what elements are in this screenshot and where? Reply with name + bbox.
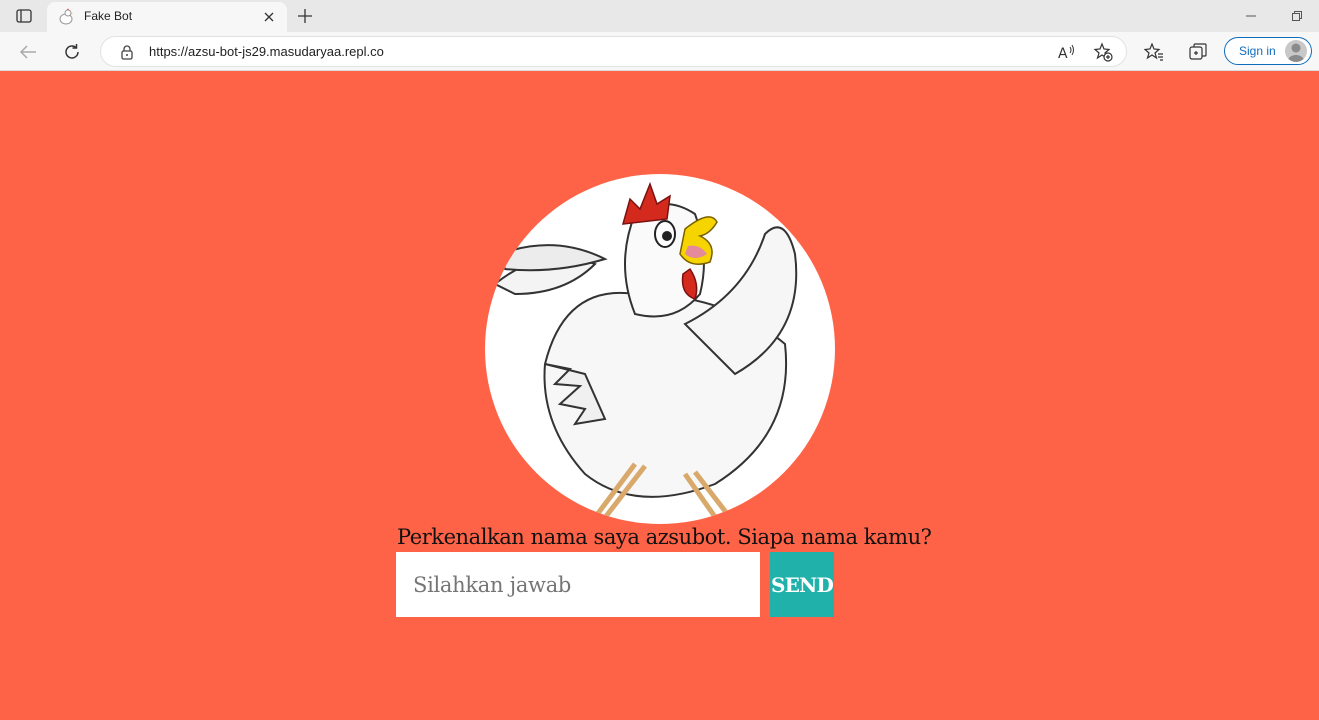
favorites-icon[interactable] — [1142, 40, 1166, 64]
profile-icon — [1285, 40, 1307, 62]
refresh-icon[interactable] — [60, 40, 84, 64]
url-text[interactable]: https://azsu-bot-js29.masudaryaa.repl.co — [149, 44, 384, 59]
plus-icon[interactable] — [294, 5, 316, 27]
tab-strip: Fake Bot — [0, 0, 1319, 32]
bot-question: Perkenalkan nama saya azsubot. Siapa nam… — [397, 525, 932, 549]
sign-in-button[interactable]: Sign in — [1224, 37, 1312, 65]
sidebar-icon[interactable] — [8, 6, 40, 26]
browser-toolbar: https://azsu-bot-js29.masudaryaa.repl.co… — [0, 32, 1319, 71]
address-bar[interactable]: https://azsu-bot-js29.masudaryaa.repl.co… — [100, 36, 1127, 67]
minimize-icon[interactable] — [1241, 6, 1261, 26]
tab-fake-bot[interactable]: Fake Bot — [47, 2, 287, 32]
bot-avatar-image — [485, 174, 835, 524]
sign-in-label: Sign in — [1239, 44, 1276, 58]
send-button[interactable]: SEND — [770, 552, 834, 617]
back-arrow-icon[interactable] — [16, 40, 40, 64]
lock-icon[interactable] — [119, 44, 135, 60]
answer-input[interactable] — [396, 552, 760, 617]
add-favorite-icon[interactable] — [1093, 42, 1113, 62]
svg-text:A: A — [1058, 46, 1068, 60]
read-aloud-icon[interactable]: A — [1057, 42, 1077, 62]
close-icon[interactable] — [260, 8, 278, 26]
collections-icon[interactable] — [1186, 40, 1210, 64]
chicken-icon — [57, 8, 75, 26]
tab-title: Fake Bot — [84, 9, 133, 23]
restore-icon[interactable] — [1287, 6, 1307, 26]
